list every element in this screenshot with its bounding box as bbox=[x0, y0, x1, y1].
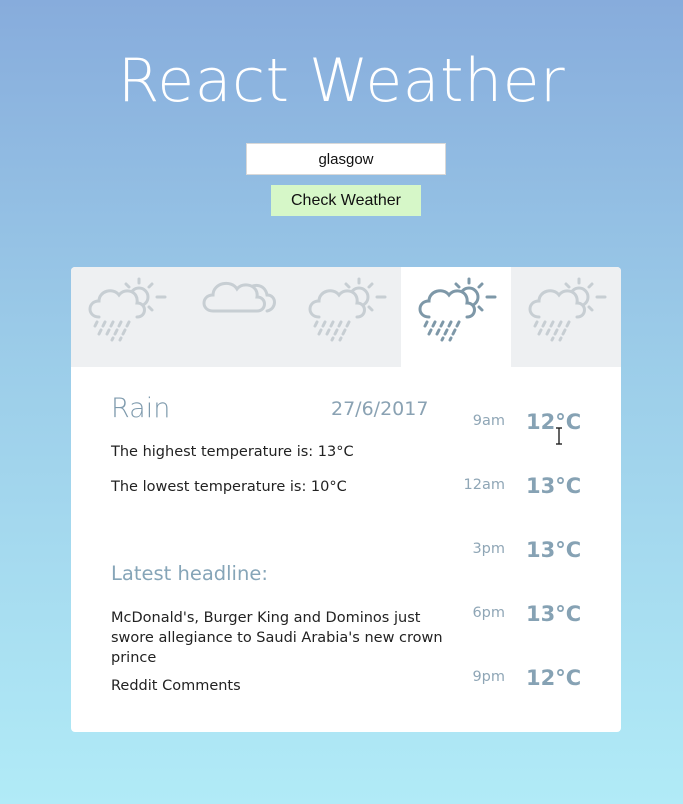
hour-temp: 12°C bbox=[526, 666, 582, 690]
hour-time: 12am bbox=[463, 477, 505, 493]
day-tabs bbox=[71, 267, 621, 367]
headline-text: McDonald's, Burger King and Dominos just… bbox=[111, 610, 443, 666]
lowest-temp-text: The lowest temperature is: 10°C bbox=[111, 479, 347, 495]
day-tab-4[interactable] bbox=[401, 267, 511, 367]
hour-time: 3pm bbox=[472, 541, 505, 557]
hour-temp: 13°C bbox=[526, 602, 582, 626]
app-title: React Weather bbox=[117, 46, 566, 116]
hour-time: 6pm bbox=[472, 605, 505, 621]
hour-temp: 13°C bbox=[526, 474, 582, 498]
highest-temp-text: The highest temperature is: 13°C bbox=[111, 444, 354, 460]
weather-condition: Rain bbox=[111, 393, 171, 424]
hour-time: 9am bbox=[472, 413, 505, 429]
weather-card: Rain 27/6/2017 The highest temperature i… bbox=[71, 267, 621, 732]
headline-label: Latest headline: bbox=[111, 562, 268, 585]
reddit-comments-link[interactable]: Reddit Comments bbox=[111, 678, 241, 694]
day-tab-3[interactable] bbox=[291, 267, 401, 367]
cloud-icon bbox=[202, 281, 276, 313]
forecast-date: 27/6/2017 bbox=[331, 398, 429, 420]
rain-sun-icon bbox=[418, 277, 497, 342]
day-tab-1[interactable] bbox=[71, 267, 181, 367]
rain-sun-icon bbox=[88, 277, 167, 342]
hour-temp: 13°C bbox=[526, 538, 582, 562]
rain-sun-icon bbox=[528, 277, 607, 342]
rain-sun-icon bbox=[308, 277, 387, 342]
city-search-input[interactable] bbox=[246, 143, 446, 175]
day-tab-2[interactable] bbox=[181, 267, 291, 367]
check-weather-button[interactable]: Check Weather bbox=[271, 185, 421, 216]
hour-time: 9pm bbox=[472, 669, 505, 685]
day-tab-5[interactable] bbox=[511, 267, 621, 367]
text-cursor-icon bbox=[556, 427, 562, 445]
